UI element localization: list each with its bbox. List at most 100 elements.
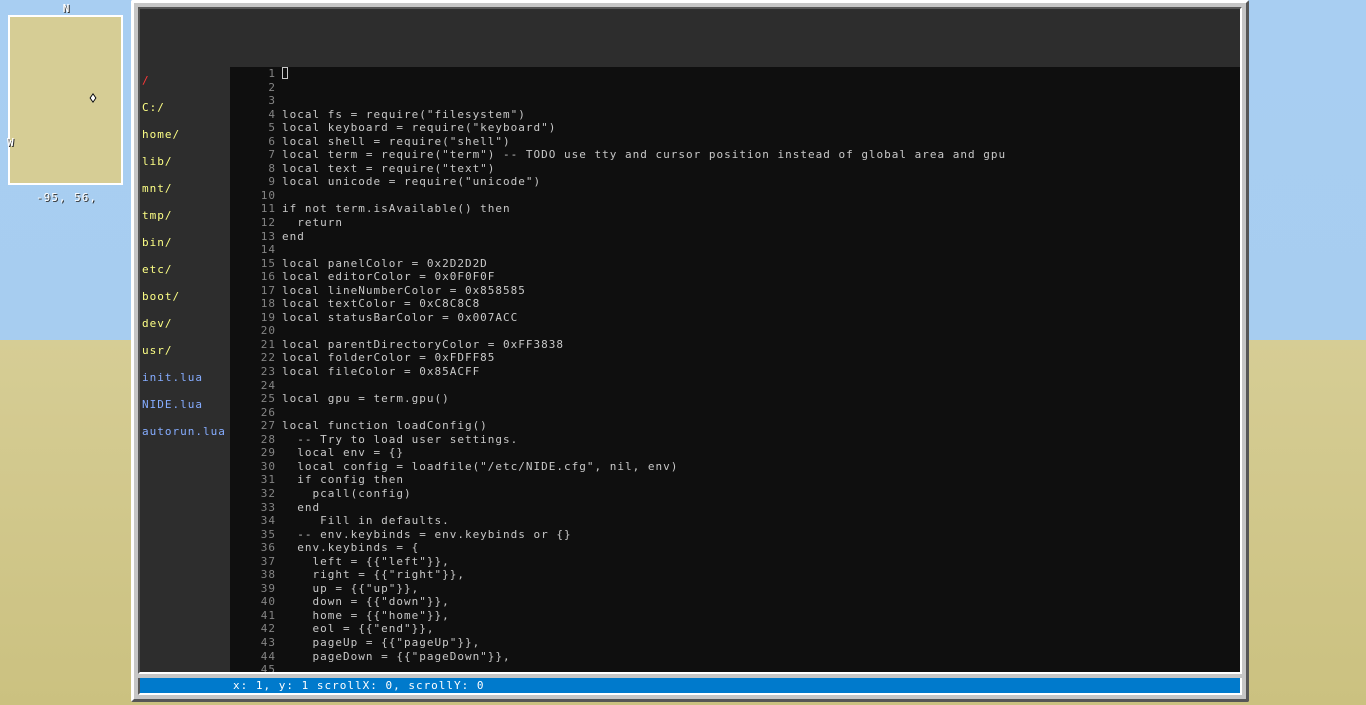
sidebar-item-label: tmp/ (142, 209, 173, 222)
code-line[interactable]: local function loadConfig() (282, 419, 1240, 433)
sidebar-item-label: usr/ (142, 344, 173, 357)
code-line[interactable]: local gpu = term.gpu() (282, 392, 1240, 406)
code-line[interactable]: env.keybinds = { (282, 541, 1240, 555)
line-number: 42 (230, 622, 276, 636)
line-number: 12 (230, 216, 276, 230)
code-line[interactable]: if config then (282, 473, 1240, 487)
line-number: 5 (230, 121, 276, 135)
code-line[interactable]: local lineNumberColor = 0x858585 (282, 284, 1240, 298)
sidebar-item-folder[interactable]: lib/ (140, 148, 230, 175)
line-number: 30 (230, 460, 276, 474)
sidebar-item-folder[interactable]: dev/ (140, 310, 230, 337)
line-number: 11 (230, 202, 276, 216)
code-line[interactable]: local fs = require("filesystem") (282, 108, 1240, 122)
code-line[interactable]: -- Try to load user settings. (282, 433, 1240, 447)
line-number: 40 (230, 595, 276, 609)
line-number-gutter: 1234567891011121314151617181920212223242… (230, 67, 282, 672)
line-number: 32 (230, 487, 276, 501)
code-line[interactable]: eol = {{"end"}}, (282, 622, 1240, 636)
sidebar-item-folder[interactable]: etc/ (140, 256, 230, 283)
titlebar[interactable] (140, 9, 1240, 67)
sidebar-item-label: home/ (142, 128, 180, 141)
code-line[interactable]: local folderColor = 0xFDFF85 (282, 351, 1240, 365)
code-line[interactable]: end (282, 230, 1240, 244)
minimap-widget: N -95, 56, (8, 2, 125, 204)
compass-n-label: N (8, 2, 125, 15)
line-number: 27 (230, 419, 276, 433)
code-editor[interactable]: local fs = require("filesystem")local ke… (282, 67, 1240, 672)
code-line[interactable]: local unicode = require("unicode") (282, 175, 1240, 189)
line-number: 8 (230, 162, 276, 176)
sidebar-item-parent[interactable]: / (140, 67, 230, 94)
sidebar-item-label: dev/ (142, 317, 173, 330)
status-text: x: 1, y: 1 scrollX: 0, scrollY: 0 (233, 679, 485, 692)
sidebar-item-file[interactable]: init.lua (140, 364, 230, 391)
sidebar-item-folder[interactable]: mnt/ (140, 175, 230, 202)
status-bar: x: 1, y: 1 scrollX: 0, scrollY: 0 (138, 678, 1242, 695)
line-number: 20 (230, 324, 276, 338)
sidebar-item-file[interactable]: NIDE.lua (140, 391, 230, 418)
code-line[interactable]: local panelColor = 0x2D2D2D (282, 257, 1240, 271)
line-number: 3 (230, 94, 276, 108)
line-number: 38 (230, 568, 276, 582)
line-number: 23 (230, 365, 276, 379)
line-number: 13 (230, 230, 276, 244)
line-number: 36 (230, 541, 276, 555)
code-line[interactable] (282, 663, 1240, 672)
file-sidebar[interactable]: / C:/ home/lib/mnt/tmp/bin/etc/boot/dev/us… (140, 67, 230, 672)
code-line[interactable]: local textColor = 0xC8C8C8 (282, 297, 1240, 311)
code-line[interactable]: home = {{"home"}}, (282, 609, 1240, 623)
code-line[interactable]: -- env.keybinds = env.keybinds or {} (282, 528, 1240, 542)
code-line[interactable]: right = {{"right"}}, (282, 568, 1240, 582)
line-number: 16 (230, 270, 276, 284)
code-line[interactable]: down = {{"down"}}, (282, 595, 1240, 609)
sidebar-item-folder[interactable]: C:/ (140, 94, 230, 121)
minimap[interactable] (8, 15, 123, 185)
code-line[interactable]: local config = loadfile("/etc/NIDE.cfg",… (282, 460, 1240, 474)
code-line[interactable]: pageDown = {{"pageDown"}}, (282, 650, 1240, 664)
line-number: 4 (230, 108, 276, 122)
editor-window[interactable]: / C:/ home/lib/mnt/tmp/bin/etc/boot/dev/us… (131, 0, 1249, 702)
code-line[interactable]: pageUp = {{"pageUp"}}, (282, 636, 1240, 650)
code-line[interactable]: local shell = require("shell") (282, 135, 1240, 149)
code-line[interactable] (282, 189, 1240, 203)
code-line[interactable]: local term = require("term") -- TODO use… (282, 148, 1240, 162)
sidebar-item-folder[interactable]: usr/ (140, 337, 230, 364)
code-line[interactable]: Fill in defaults. (282, 514, 1240, 528)
code-line[interactable] (282, 379, 1240, 393)
sidebar-item-folder[interactable]: boot/ (140, 283, 230, 310)
code-line[interactable]: local parentDirectoryColor = 0xFF3838 (282, 338, 1240, 352)
line-number: 35 (230, 528, 276, 542)
line-number: 26 (230, 406, 276, 420)
code-line[interactable]: local editorColor = 0x0F0F0F (282, 270, 1240, 284)
code-line[interactable]: pcall(config) (282, 487, 1240, 501)
sidebar-item-label: etc/ (142, 263, 173, 276)
code-line[interactable] (282, 324, 1240, 338)
code-line[interactable] (282, 243, 1240, 257)
code-line[interactable]: if not term.isAvailable() then (282, 202, 1240, 216)
code-line[interactable]: local env = {} (282, 446, 1240, 460)
code-line[interactable]: up = {{"up"}}, (282, 582, 1240, 596)
code-line[interactable]: local statusBarColor = 0x007ACC (282, 311, 1240, 325)
code-line[interactable] (282, 406, 1240, 420)
code-line[interactable]: local text = require("text") (282, 162, 1240, 176)
code-line[interactable]: local fileColor = 0x85ACFF (282, 365, 1240, 379)
sidebar-item-folder[interactable]: home/ (140, 121, 230, 148)
sidebar-item-label: autorun.lua (142, 425, 226, 438)
sidebar-item-folder[interactable]: bin/ (140, 229, 230, 256)
line-number: 39 (230, 582, 276, 596)
code-line[interactable]: end (282, 501, 1240, 515)
line-number: 31 (230, 473, 276, 487)
line-number: 24 (230, 379, 276, 393)
sidebar-item-label: init.lua (142, 371, 203, 384)
line-number: 33 (230, 501, 276, 515)
code-line[interactable]: left = {{"left"}}, (282, 555, 1240, 569)
line-number: 21 (230, 338, 276, 352)
sidebar-item-folder[interactable]: tmp/ (140, 202, 230, 229)
sidebar-item-label: / (142, 74, 150, 87)
code-line[interactable]: return (282, 216, 1240, 230)
sidebar-item-file[interactable]: autorun.lua (140, 418, 230, 445)
editor-inner: / C:/ home/lib/mnt/tmp/bin/etc/boot/dev/us… (138, 7, 1242, 674)
code-line[interactable]: local keyboard = require("keyboard") (282, 121, 1240, 135)
text-cursor-icon (282, 67, 288, 79)
